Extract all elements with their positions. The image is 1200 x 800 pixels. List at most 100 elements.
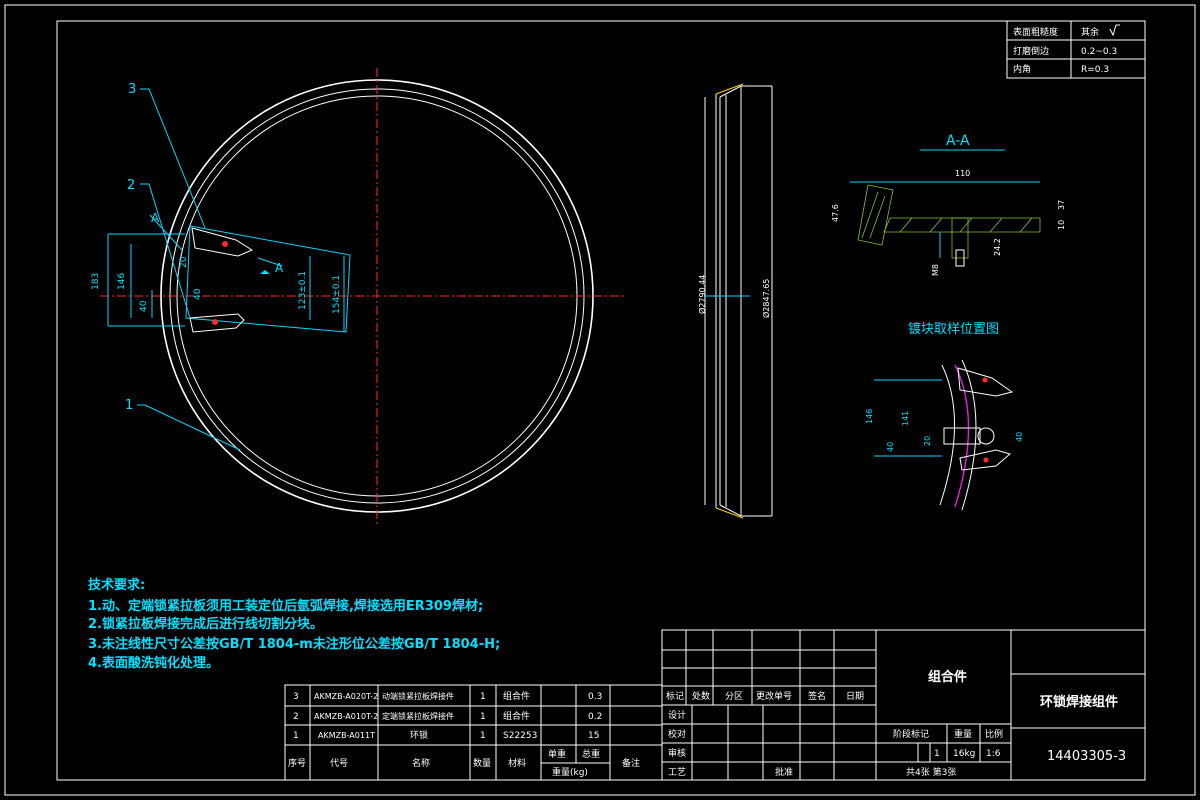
section-dim-rib: 10 (1057, 220, 1066, 230)
roughness-label-1: 打磨倒边 (1013, 45, 1049, 57)
sheets: 共4张 第3张 (906, 766, 956, 778)
sign-label-4: 签名 (808, 690, 826, 702)
stage-label: 阶段标记 (893, 728, 929, 740)
scale-value: 1:6 (986, 749, 1001, 759)
bom-row2-no: 1 (293, 731, 299, 741)
section-dim-left: 47.6 (831, 204, 840, 222)
bom-row2-code: AKMZB-A011T (318, 731, 375, 740)
weight-value: 16kg (953, 749, 975, 759)
section-hatch-left (857, 184, 894, 246)
bom-header-unit: 单重 (548, 748, 566, 760)
bom-row1-code: AKMZB-A010T-2 (314, 712, 378, 721)
tech-notes-title: 技术要求: (88, 577, 145, 593)
dim-w: 40 (139, 300, 149, 312)
role-review: 审核 (668, 747, 686, 759)
role-check: 校对 (668, 728, 686, 740)
callout-2: 2 (127, 178, 135, 193)
sign-label-5: 日期 (846, 691, 864, 702)
bom-header-code: 代号 (330, 758, 348, 769)
tech-note-4: 4.表面酸洗钝化处理。 (88, 655, 219, 671)
bom-row1-unit: 0.2 (588, 712, 602, 722)
drawing-number: 14403305-3 (1047, 749, 1126, 764)
bom-header-name: 名称 (412, 757, 430, 769)
sign-label-2: 分区 (725, 691, 743, 702)
section-dim-width: 110 (955, 169, 970, 178)
bom-row0-no: 3 (293, 692, 299, 702)
drawing-canvas: 表面粗糙度 其余 打磨倒边 0.2~0.3 内角 R=0.3 183 146 4… (4, 4, 1196, 796)
sign-label-1: 处数 (692, 690, 710, 702)
bom-row0-qty: 1 (480, 692, 486, 702)
section-mark-lower: A (275, 261, 284, 275)
lug-pin-upper (222, 241, 228, 247)
dim-b: 40 (193, 288, 203, 300)
roughness-value-0: 其余 (1081, 26, 1099, 38)
dim-h2: 146 (117, 273, 127, 290)
outer-frame (4, 4, 1196, 796)
bom-row0-name: 动端锁紧拉板焊接件 (382, 691, 454, 701)
sample-dim-d5: 40 (1015, 432, 1024, 442)
bom-row2-name: 环锁 (410, 729, 428, 741)
inner-frame (56, 20, 1146, 781)
dim-d: 154±0.1 (332, 275, 342, 314)
dim-outer-diameter: Ø2847.65 (761, 279, 771, 318)
section-dim-bottom: M8 (931, 264, 940, 276)
dim-h: 183 (91, 273, 101, 290)
dim-a: 20 (179, 256, 189, 268)
roughness-value-2: R=0.3 (1081, 65, 1109, 75)
roughness-table: 表面粗糙度 其余 打磨倒边 0.2~0.3 内角 R=0.3 (1006, 20, 1146, 79)
weight-label: 重量 (954, 728, 972, 740)
sample-dim-d1: 146 (865, 409, 874, 424)
role-process: 工艺 (668, 767, 686, 778)
sign-label-3: 更改单号 (756, 690, 792, 702)
bom-row0-material: 组合件 (503, 690, 530, 702)
bom-row2-qty: 1 (480, 731, 486, 741)
bom-row0-code: AKMZB-A020T-2 (314, 692, 378, 701)
bom-row1-name: 定端锁紧拉板焊接件 (382, 711, 454, 721)
bom-row1-qty: 1 (480, 712, 486, 722)
section-dim-stub: 24.2 (993, 238, 1002, 256)
sample-location-view: 镀块取样位置图 146 141 40 20 40 (865, 321, 1024, 511)
lug-pin-lower (212, 319, 218, 325)
front-view: 183 146 40 20 40 123±0.1 154±0.1 A A 3 2… (91, 68, 625, 525)
bom-row1-no: 2 (293, 712, 299, 722)
bom-row2-material: S22253 (503, 731, 537, 741)
bom-header-qty: 数量 (473, 757, 491, 769)
bom-header-no: 序号 (288, 757, 306, 769)
roughness-symbol-icon (1109, 24, 1120, 37)
approve-label: 批准 (775, 766, 793, 778)
callout-1: 1 (125, 398, 133, 413)
dim-inner-diameter: Ø2790.44 (697, 275, 707, 314)
role-design: 设计 (668, 709, 686, 721)
callout-3: 3 (128, 82, 136, 97)
sample-dim-d4: 20 (923, 436, 932, 446)
section-mark-upper: A (151, 211, 160, 225)
bom-table: 3 AKMZB-A020T-2 动端锁紧拉板焊接件 1 组合件 0.3 2 AK… (284, 684, 663, 781)
part-name: 环锁焊接组件 (1040, 694, 1118, 710)
sign-label-0: 标记 (666, 690, 684, 702)
sample-title: 镀块取样位置图 (908, 321, 999, 337)
bom-header-total: 总重 (582, 748, 600, 760)
sample-dim-d3: 40 (886, 442, 895, 452)
roughness-label-0: 表面粗糙度 (1013, 26, 1058, 38)
tech-notes: 技术要求: 1.动、定端锁紧拉板须用工装定位后氩弧焊接,焊接选用ER309焊材;… (88, 577, 500, 671)
section-stub (951, 217, 969, 259)
sample-dim-d2: 141 (901, 411, 910, 426)
bom-row1-material: 组合件 (503, 710, 530, 722)
bom-header-weight: 重量(kg) (552, 766, 588, 778)
roughness-value-1: 0.2~0.3 (1081, 47, 1117, 57)
stage-value: 1 (934, 749, 940, 759)
bom-row0-unit: 0.3 (588, 692, 602, 702)
side-view: Ø2790.44 Ø2847.65 (697, 83, 773, 519)
dim-c: 123±0.1 (298, 271, 308, 310)
bom-row2-unit: 15 (588, 731, 599, 741)
section-aa-view: A-A 110 47.6 37 10 24.2 M8 (831, 133, 1066, 276)
tech-note-3: 3.未注线性尺寸公差按GB/T 1804-m未注形位公差按GB/T 1804-H… (88, 636, 500, 652)
tech-note-1: 1.动、定端锁紧拉板须用工装定位后氩弧焊接,焊接选用ER309焊材; (88, 598, 483, 614)
tech-note-2: 2.锁紧拉板焊接完成后进行线切割分块。 (88, 616, 323, 632)
scale-label: 比例 (985, 728, 1003, 740)
bom-header-material: 材料 (508, 757, 526, 769)
title-block: 标记 处数 分区 更改单号 签名 日期 设计 校对 审核 工艺 批准 组合件 阶… (661, 629, 1146, 781)
section-title: A-A (946, 133, 970, 149)
section-dim-right: 37 (1057, 200, 1066, 210)
roughness-label-2: 内角 (1013, 63, 1031, 75)
